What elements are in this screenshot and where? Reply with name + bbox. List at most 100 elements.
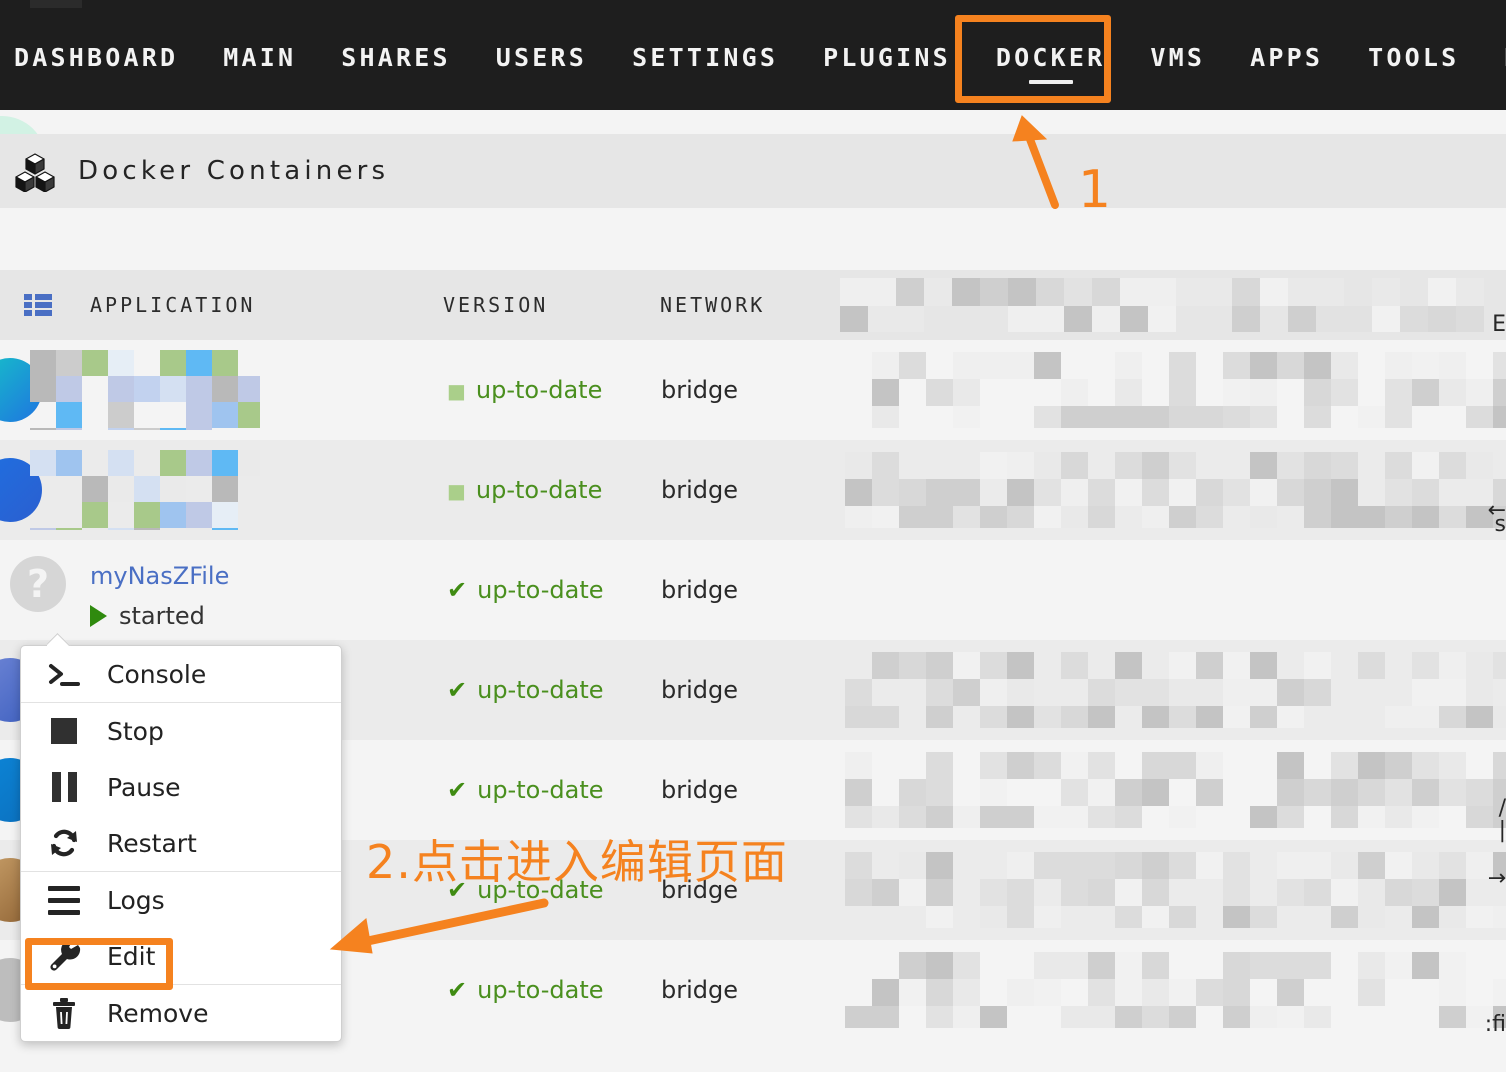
nav-item-shares[interactable]: SHARES [341, 30, 451, 86]
check-icon: ✔ [447, 876, 468, 904]
nav-item-label: TOOLS [1368, 43, 1460, 72]
network-type: bridge [661, 576, 739, 604]
version-status-label: up-to-date [477, 576, 604, 604]
context-menu-item-label: Stop [107, 716, 164, 746]
version-status: ✔ up-to-date [447, 576, 604, 604]
nav-item-plugins[interactable]: PLUGINS [823, 30, 951, 86]
table-row[interactable]: ? myNasZFile started ✔ up-to-date bridge [0, 540, 1506, 640]
terminal-prompt-icon [43, 660, 85, 688]
nav-item-label: MAIN [223, 43, 297, 72]
censored-application-name [30, 450, 260, 530]
wrench-icon [43, 939, 85, 973]
container-context-menu[interactable]: Console Stop Pause Restart Logs Edit Remove [20, 645, 342, 1042]
page-title: Docker Containers [78, 156, 390, 186]
context-menu-item-restart[interactable]: Restart [21, 815, 341, 871]
play-triangle-icon [90, 605, 107, 627]
edge-text-fragment: s [1494, 512, 1506, 537]
nav-item-dashboard[interactable]: DASHBOARD [14, 30, 178, 86]
version-status-label: up-to-date [475, 476, 603, 504]
nav-item-main[interactable]: MAIN [223, 30, 296, 86]
version-status: ■ up-to-date [447, 476, 602, 504]
nav-item-apps[interactable]: APPS [1250, 30, 1323, 86]
context-menu-item-label: Restart [107, 828, 197, 858]
edge-text-fragment: | [1498, 818, 1506, 843]
edge-text-fragment: → [1487, 866, 1506, 891]
network-type: bridge [661, 676, 739, 704]
censored-row-details [845, 652, 1506, 728]
nav-item-list: DASHBOARD MAIN SHARES USERS SETTINGS PLUGINS D… [0, 30, 1506, 86]
version-status: ✔ up-to-date [447, 776, 604, 804]
restart-arrows-icon [43, 827, 85, 859]
censored-application-name [30, 350, 260, 430]
censored-row-details [845, 952, 1506, 1028]
trash-icon [43, 997, 85, 1029]
version-status-label: up-to-date [477, 976, 604, 1004]
nav-item-label: DASHBOARD [14, 43, 179, 72]
stop-square-icon [43, 718, 85, 744]
context-menu-item-pause[interactable]: Pause [21, 759, 341, 815]
container-state: started [90, 602, 205, 630]
context-menu-caret [47, 633, 71, 646]
nav-item-label: VMS [1150, 43, 1206, 72]
nav-item-docker[interactable]: DOCKER [996, 30, 1106, 86]
nav-item-settings[interactable]: SETTINGS [632, 30, 778, 86]
context-menu-item-remove[interactable]: Remove [21, 984, 341, 1041]
version-status: ✔ up-to-date [447, 876, 604, 904]
column-header-network[interactable]: NETWORK [660, 293, 765, 317]
container-state-label: started [119, 602, 205, 630]
top-navigation-bar: DASHBOARD MAIN SHARES USERS SETTINGS PLUGINS D… [0, 0, 1506, 110]
pause-bars-icon [43, 772, 85, 802]
browser-tab-corner [30, 0, 82, 8]
network-type: bridge [661, 476, 739, 504]
nav-item-label: APPS [1250, 43, 1324, 72]
nav-item-label: SETTINGS [632, 43, 779, 72]
nav-item-users[interactable]: USERS [496, 30, 587, 86]
context-menu-item-stop[interactable]: Stop [21, 702, 341, 759]
column-header-application[interactable]: APPLICATION [90, 293, 255, 317]
edge-text-fragment: E [1492, 312, 1506, 337]
nav-item-tools[interactable]: TOOLS [1368, 30, 1459, 86]
version-status: ■ up-to-date [447, 376, 602, 404]
context-menu-item-label: Console [107, 659, 207, 689]
context-menu-item-logs[interactable]: Logs [21, 871, 341, 928]
network-type: bridge [661, 876, 739, 904]
network-type: bridge [661, 776, 739, 804]
network-type: bridge [661, 976, 739, 1004]
version-status-label: up-to-date [477, 776, 604, 804]
context-menu-item-console[interactable]: Console [21, 646, 341, 702]
table-row[interactable]: ■ up-to-date bridge [0, 440, 1506, 540]
check-icon: ✔ [447, 576, 468, 604]
censored-row-details [845, 352, 1506, 428]
grid-view-icon[interactable] [24, 294, 52, 316]
context-menu-item-edit[interactable]: Edit [21, 928, 341, 984]
check-icon: ✔ [447, 776, 468, 804]
censored-row-details [845, 452, 1506, 528]
censored-row-details [845, 852, 1506, 928]
check-icon: ■ [447, 479, 466, 503]
container-name-link[interactable]: myNasZFile [90, 562, 229, 590]
unknown-app-icon: ? [10, 556, 66, 612]
column-header-version[interactable]: VERSION [443, 293, 548, 317]
network-type: bridge [661, 376, 739, 404]
nav-item-vms[interactable]: VMS [1150, 30, 1205, 86]
check-icon: ■ [447, 379, 466, 403]
censored-row-details [845, 752, 1506, 828]
table-row[interactable]: ■ up-to-date bridge [0, 340, 1506, 440]
context-menu-item-label: Remove [107, 998, 209, 1028]
version-status: ✔ up-to-date [447, 976, 604, 1004]
boxes-icon [14, 150, 56, 193]
check-icon: ✔ [447, 676, 468, 704]
check-icon: ✔ [447, 976, 468, 1004]
edge-text-fragment: :fi [1484, 1012, 1506, 1037]
version-status-label: up-to-date [477, 676, 604, 704]
nav-item-label: USERS [495, 43, 588, 72]
context-menu-items: Console Stop Pause Restart Logs Edit Remove [21, 646, 341, 1041]
censored-header-extra [840, 278, 1506, 332]
nav-item-label: DOCKER [995, 43, 1106, 72]
version-status-label: up-to-date [477, 876, 604, 904]
version-status: ✔ up-to-date [447, 676, 604, 704]
version-status-label: up-to-date [475, 376, 603, 404]
nav-item-label: PLUGINS [823, 43, 951, 72]
logs-lines-icon [43, 885, 85, 915]
context-menu-item-label: Pause [107, 772, 181, 802]
